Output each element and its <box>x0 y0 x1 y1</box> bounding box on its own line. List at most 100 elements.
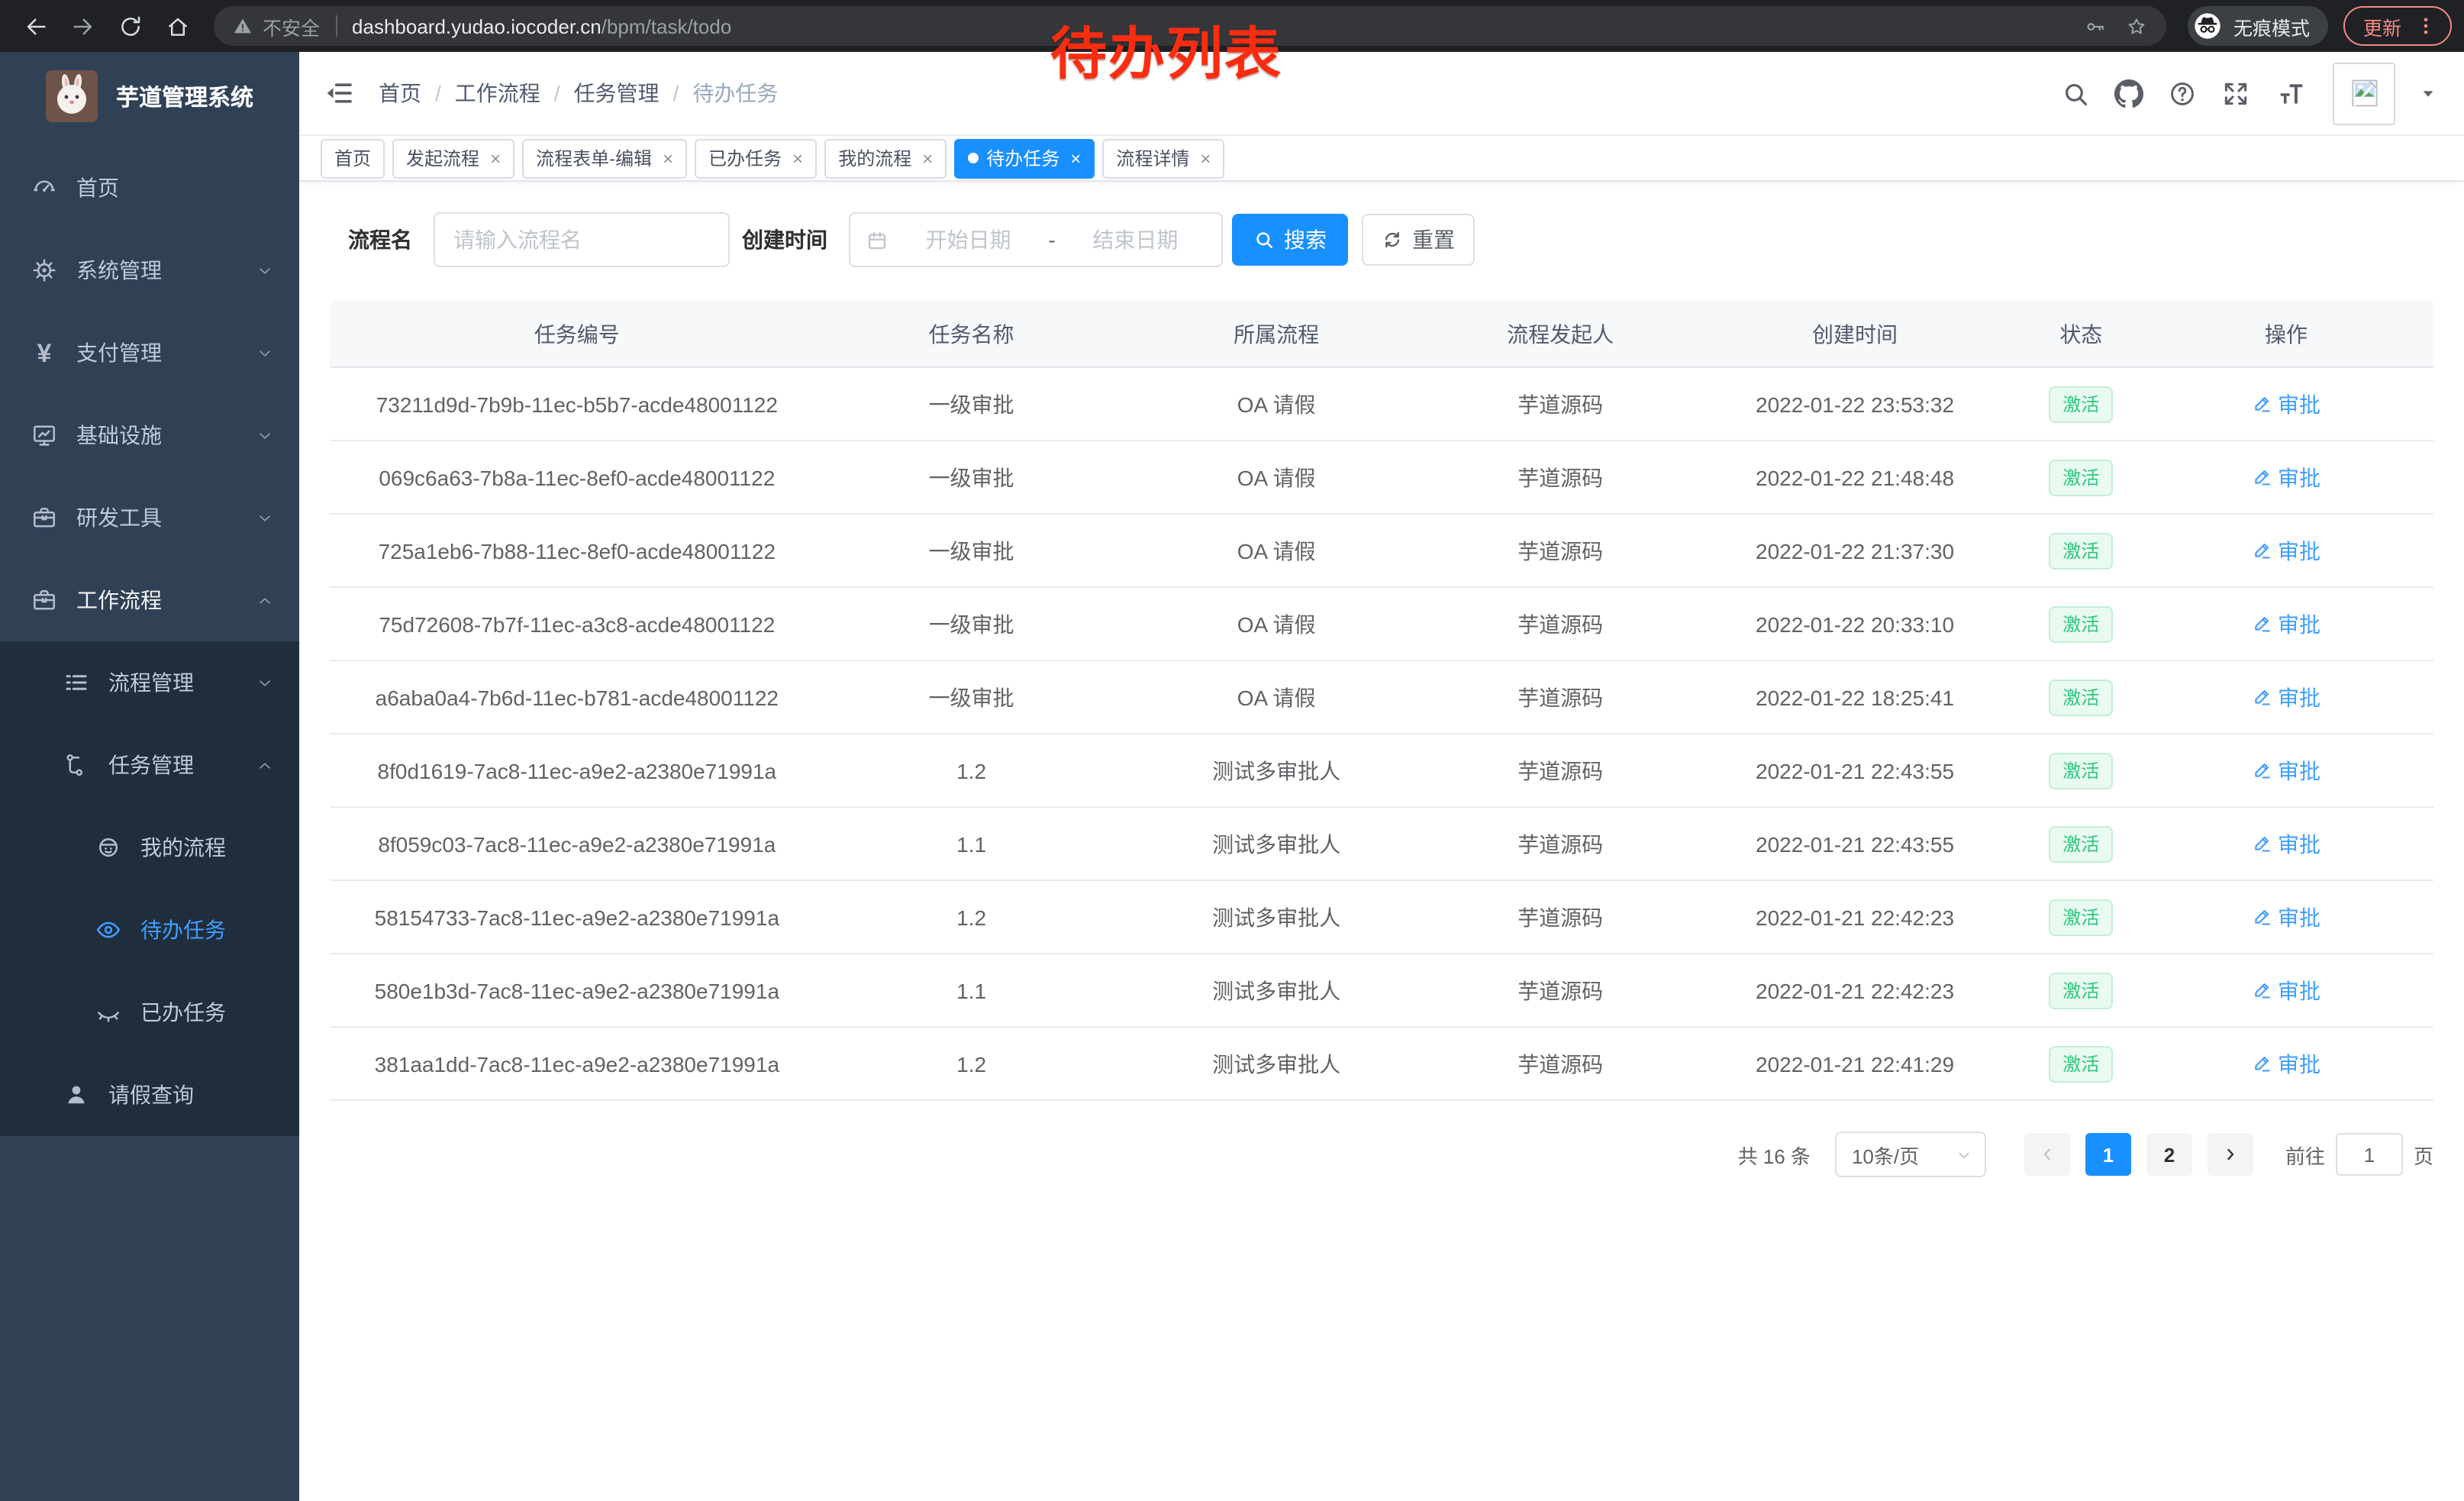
cell-action: 审批 <box>2139 902 2433 932</box>
sidebar-item-workflow[interactable]: 工作流程 <box>0 559 299 641</box>
screen: 不安全 dashboard.yudao.iocoder.cn/bpm/task/… <box>0 0 2464 1501</box>
cell-action: 审批 <box>2139 828 2433 859</box>
page-button-2[interactable]: 2 <box>2146 1133 2192 1176</box>
cell-task-id: 580e1b3d-7ac8-11ec-a9e2-a2380e71991a <box>330 978 824 1002</box>
close-icon[interactable]: × <box>1070 149 1081 167</box>
approve-link[interactable]: 审批 <box>2252 682 2320 712</box>
tab-已办任务[interactable]: 已办任务× <box>695 138 817 178</box>
chrome-update-chip[interactable]: 更新 <box>2343 6 2452 46</box>
table-row: 73211d9d-7b9b-11ec-b5b7-acde48001122一级审批… <box>330 368 2433 441</box>
tab-发起流程[interactable]: 发起流程× <box>392 138 514 178</box>
cell-created-time: 2022-01-22 21:48:48 <box>1687 465 2024 489</box>
chevron-right-icon <box>2221 1145 2240 1164</box>
not-secure-icon <box>232 15 253 37</box>
chrome-menu-icon[interactable] <box>2415 15 2437 37</box>
list-icon <box>63 669 90 696</box>
breadcrumb-item[interactable]: 首页 <box>379 78 421 108</box>
table-row: 8f0d1619-7ac8-11ec-a9e2-a2380e71991a1.2测… <box>330 734 2433 808</box>
security-label[interactable]: 不安全 <box>263 11 320 40</box>
sidebar-item-todo-task[interactable]: 待办任务 <box>0 889 299 971</box>
update-label[interactable]: 更新 <box>2363 11 2401 40</box>
cell-created-time: 2022-01-22 18:25:41 <box>1687 685 2024 709</box>
cell-task-name: 1.2 <box>824 905 1119 929</box>
approve-link[interactable]: 审批 <box>2252 389 2320 419</box>
font-size-icon[interactable] <box>2275 79 2308 108</box>
sidebar-item-payment[interactable]: ¥支付管理 <box>0 311 299 394</box>
page-button-1[interactable]: 1 <box>2085 1133 2131 1176</box>
search-button[interactable]: 搜索 <box>1232 214 1348 266</box>
status-badge: 激活 <box>2049 899 2113 935</box>
yen-icon: ¥ <box>31 339 58 366</box>
robot-icon <box>95 834 122 861</box>
cell-process: 测试多审批人 <box>1118 755 1434 786</box>
back-icon[interactable] <box>23 13 49 39</box>
search-icon[interactable] <box>2061 79 2090 108</box>
tab-流程表单-编辑[interactable]: 流程表单-编辑× <box>522 138 687 178</box>
tab-我的流程[interactable]: 我的流程× <box>824 138 947 178</box>
approve-link[interactable]: 审批 <box>2252 902 2320 932</box>
avatar[interactable] <box>2333 62 2395 124</box>
approve-link[interactable]: 审批 <box>2252 608 2320 639</box>
sidebar-item-system[interactable]: 系统管理 <box>0 229 299 311</box>
close-icon[interactable]: × <box>1200 149 1211 167</box>
status-badge: 激活 <box>2049 825 2113 862</box>
reset-button[interactable]: 重置 <box>1362 214 1475 266</box>
cell-action: 审批 <box>2139 975 2433 1006</box>
close-icon[interactable]: × <box>922 149 933 167</box>
next-page-button[interactable] <box>2208 1133 2253 1176</box>
date-range-input[interactable]: 开始日期 - 结束日期 <box>849 212 1223 267</box>
topbar: 首页/工作流程/任务管理/待办任务 <box>299 52 2464 136</box>
approve-link[interactable]: 审批 <box>2252 535 2320 566</box>
sidebar-item-done-task[interactable]: 已办任务 <box>0 971 299 1054</box>
tab-label: 首页 <box>334 145 371 171</box>
close-icon[interactable]: × <box>792 149 803 167</box>
fullscreen-icon[interactable] <box>2221 79 2250 108</box>
table-body: 73211d9d-7b9b-11ec-b5b7-acde48001122一级审批… <box>330 368 2433 1101</box>
approve-link[interactable]: 审批 <box>2252 755 2320 786</box>
goto-page-input[interactable] <box>2336 1133 2403 1176</box>
sidebar-item-infra[interactable]: 基础设施 <box>0 394 299 476</box>
tab-待办任务[interactable]: 待办任务× <box>954 138 1095 178</box>
sidebar-fold-icon[interactable] <box>324 78 354 108</box>
approve-link[interactable]: 审批 <box>2252 975 2320 1006</box>
home-icon[interactable] <box>165 13 191 39</box>
prev-page-button[interactable] <box>2024 1133 2070 1176</box>
table-row: 381aa1dd-7ac8-11ec-a9e2-a2380e71991a1.2测… <box>330 1028 2433 1101</box>
sidebar-item-process-mgmt[interactable]: 流程管理 <box>0 641 299 724</box>
status-badge: 激活 <box>2049 386 2113 422</box>
breadcrumb-item[interactable]: 工作流程 <box>455 78 540 108</box>
github-icon[interactable] <box>2114 79 2143 108</box>
sidebar-item-leave-query[interactable]: 请假查询 <box>0 1054 299 1136</box>
breadcrumb-item: 待办任务 <box>692 78 778 108</box>
sidebar-item-my-process[interactable]: 我的流程 <box>0 806 299 889</box>
url-path: /bpm/task/todo <box>601 15 732 37</box>
cell-starter: 芋道源码 <box>1434 1048 1687 1079</box>
forward-icon[interactable] <box>70 13 96 39</box>
approve-link[interactable]: 审批 <box>2252 462 2320 492</box>
edit-icon <box>2252 467 2272 487</box>
create-time-label: 创建时间 <box>742 224 827 255</box>
close-icon[interactable]: × <box>663 149 673 167</box>
sidebar-item-task-mgmt[interactable]: 任务管理 <box>0 724 299 806</box>
page-size-select[interactable]: 10条/页 <box>1835 1131 1986 1177</box>
url-host: dashboard.yudao.iocoder.cn <box>352 15 601 37</box>
sidebar-item-devtools[interactable]: 研发工具 <box>0 476 299 559</box>
sidebar-item-home[interactable]: 首页 <box>0 147 299 229</box>
reload-icon[interactable] <box>118 13 144 39</box>
cell-created-time: 2022-01-21 22:42:23 <box>1687 905 2024 929</box>
cell-action: 审批 <box>2139 462 2433 492</box>
password-key-icon[interactable] <box>2084 15 2107 37</box>
bookmark-star-icon[interactable] <box>2125 15 2148 37</box>
tab-流程详情[interactable]: 流程详情× <box>1102 138 1224 178</box>
calendar-icon <box>866 228 889 251</box>
help-icon[interactable] <box>2168 79 2197 108</box>
tab-首页[interactable]: 首页 <box>321 138 385 178</box>
table-row: 069c6a63-7b8a-11ec-8ef0-acde48001122一级审批… <box>330 441 2433 515</box>
breadcrumb-item[interactable]: 任务管理 <box>574 78 660 108</box>
approve-link[interactable]: 审批 <box>2252 1048 2320 1079</box>
process-name-label: 流程名 <box>348 224 412 255</box>
chevron-down-icon[interactable] <box>2420 85 2437 102</box>
approve-link[interactable]: 审批 <box>2252 828 2320 859</box>
process-name-input[interactable] <box>434 212 730 267</box>
close-icon[interactable]: × <box>490 149 501 167</box>
